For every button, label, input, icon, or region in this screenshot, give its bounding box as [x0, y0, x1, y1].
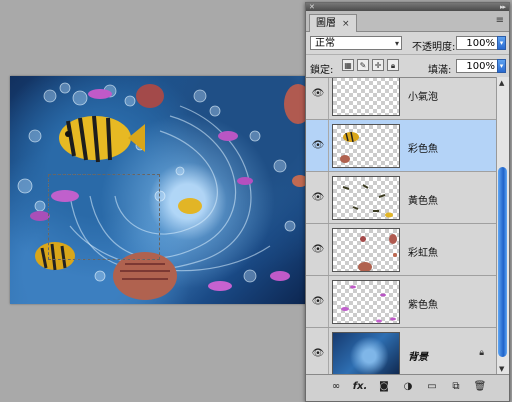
- layer-row-purple-fish[interactable]: 👁︎ 紫色魚: [306, 276, 496, 328]
- layer-row-yellow-fish[interactable]: 👁︎ 黃色魚: [306, 172, 496, 224]
- document-canvas[interactable]: [10, 76, 306, 304]
- chevron-down-icon: ▾: [394, 39, 399, 48]
- opacity-label: 不透明度:: [412, 42, 456, 53]
- layer-row-rainbow-fish[interactable]: 👁︎ 彩虹魚: [306, 224, 496, 276]
- lock-image-pixels-icon[interactable]: ✎: [357, 59, 369, 71]
- layer-name[interactable]: 黃色魚: [408, 192, 438, 207]
- tab-layers[interactable]: 圖層 ×: [309, 14, 357, 32]
- eye-icon[interactable]: 👁︎: [310, 348, 326, 360]
- fill-dropdown-button[interactable]: ▾: [497, 59, 506, 73]
- blend-opacity-row: 正常 ▾ 不透明度: 100% ▾: [306, 32, 509, 54]
- panel-tab-row: 圖層 × ≡: [306, 11, 509, 32]
- layer-thumbnail: [332, 78, 400, 116]
- tab-layers-label: 圖層: [316, 18, 336, 29]
- layer-name[interactable]: 彩色魚: [408, 140, 438, 155]
- layers-panel: ✕ ▸▸ 圖層 × ≡ 正常 ▾ 不透明度: 100% ▾ 鎖定: ▦ ✎ ✛ 🔒…: [305, 2, 510, 402]
- layer-row-bubbles[interactable]: 👁︎ 小氣泡: [306, 78, 496, 120]
- lock-label: 鎖定:: [310, 65, 334, 76]
- panel-titlebar[interactable]: ✕ ▸▸: [306, 3, 509, 11]
- scrollbar-thumb[interactable]: [498, 167, 507, 357]
- mask-icon[interactable]: ◙: [376, 381, 392, 393]
- eye-icon[interactable]: 👁︎: [310, 192, 326, 204]
- lock-icon: 🔒︎: [479, 348, 484, 358]
- blend-mode-value: 正常: [315, 38, 335, 49]
- eye-icon[interactable]: 👁︎: [310, 244, 326, 256]
- opacity-input[interactable]: 100%: [456, 36, 498, 50]
- layer-thumbnail: [332, 124, 400, 168]
- folder-icon[interactable]: ▭: [424, 381, 440, 393]
- lock-position-icon[interactable]: ✛: [372, 59, 384, 71]
- layer-name[interactable]: 彩虹魚: [408, 244, 438, 259]
- layers-scrollbar[interactable]: ▲ ▼: [496, 77, 509, 375]
- tab-close-icon[interactable]: ×: [342, 19, 350, 29]
- layer-thumbnail: [332, 280, 400, 324]
- eye-icon[interactable]: 👁︎: [310, 88, 326, 100]
- panel-menu-icon[interactable]: ≡: [496, 16, 504, 26]
- lock-transparent-pixels-icon[interactable]: ▦: [342, 59, 354, 71]
- fx-icon[interactable]: fx.: [352, 381, 368, 393]
- layers-list: 👁︎ 小氣泡 👁︎ 彩色魚 👁︎ 黃色魚 👁︎ 彩虹魚 👁︎ 紫色魚 👁︎ 背景…: [306, 77, 496, 376]
- layer-thumbnail: [332, 332, 400, 376]
- layer-thumbnail: [332, 228, 400, 272]
- layer-row-background[interactable]: 👁︎ 背景 🔒︎: [306, 328, 496, 376]
- canvas-artwork: [17, 82, 306, 300]
- layer-row-colorful-fish[interactable]: 👁︎ 彩色魚: [306, 120, 496, 172]
- scroll-down-icon[interactable]: ▼: [499, 365, 504, 373]
- blend-mode-select[interactable]: 正常 ▾: [310, 36, 402, 50]
- layer-name[interactable]: 小氣泡: [408, 88, 438, 103]
- layer-name[interactable]: 背景: [408, 348, 428, 363]
- new-layer-icon[interactable]: ⧉: [448, 381, 464, 393]
- opacity-dropdown-button[interactable]: ▾: [497, 36, 506, 50]
- panel-close-icon[interactable]: ✕: [309, 3, 315, 11]
- eye-icon[interactable]: 👁︎: [310, 296, 326, 308]
- layer-name[interactable]: 紫色魚: [408, 296, 438, 311]
- fill-input[interactable]: 100%: [456, 59, 498, 73]
- scroll-up-icon[interactable]: ▲: [499, 79, 504, 87]
- lock-fill-row: 鎖定: ▦ ✎ ✛ 🔒︎ 填滿: 100% ▾: [306, 54, 509, 77]
- eye-icon[interactable]: 👁︎: [310, 140, 326, 152]
- panel-collapse-icon[interactable]: ▸▸: [500, 3, 506, 11]
- panel-footer: ∞ fx. ◙ ◑ ▭ ⧉ 🗑︎: [306, 374, 509, 401]
- adjustment-icon[interactable]: ◑: [400, 381, 416, 393]
- link-icon[interactable]: ∞: [328, 381, 344, 393]
- trash-icon[interactable]: 🗑︎: [472, 381, 488, 393]
- layer-thumbnail: [332, 176, 400, 220]
- lock-all-icon[interactable]: 🔒︎: [387, 59, 399, 71]
- fill-label: 填滿:: [428, 65, 452, 76]
